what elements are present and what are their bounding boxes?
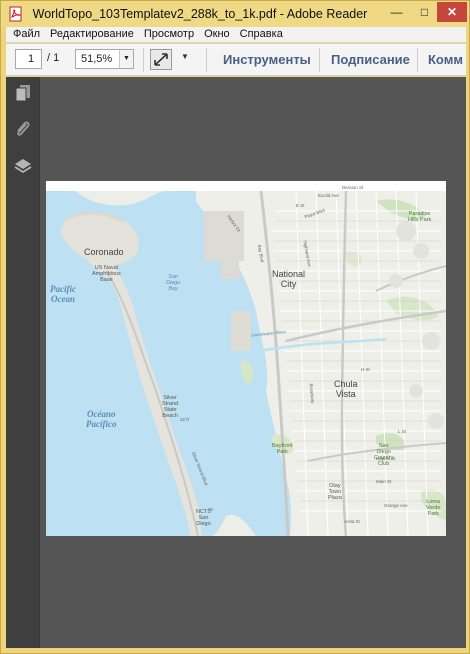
road-label: Main St: [376, 479, 392, 484]
menu-bar: Файл Редактирование Просмотр Окно Справка: [6, 27, 466, 43]
road-label: 75: [208, 507, 214, 512]
pages-icon[interactable]: [13, 83, 33, 103]
park-label: Bayfront Park: [272, 443, 293, 455]
ocean-label-es: Océano Pacífico: [86, 409, 117, 429]
pdf-page: Pacific Ocean Océano Pacífico Coronado N…: [46, 181, 446, 536]
toolbar-divider: [206, 48, 207, 72]
navigation-panel: [6, 77, 40, 648]
page-total: / 1: [47, 52, 60, 64]
road-label: E St: [296, 203, 305, 208]
minimize-button[interactable]: —: [383, 2, 410, 22]
city-label: Chula Vista: [334, 379, 358, 399]
comment-button[interactable]: Комм: [428, 52, 463, 67]
document-area[interactable]: Pacific Ocean Océano Pacífico Coronado N…: [6, 77, 466, 648]
menu-help[interactable]: Справка: [233, 27, 286, 40]
place-label: US Naval Amphibious Base: [92, 265, 121, 283]
zoom-select[interactable]: 51,5% ▼: [75, 49, 134, 69]
city-label: National City: [272, 269, 306, 289]
toolbar: 1 / 1 51,5% ▼ ▼ Инструменты Подписание К…: [6, 44, 466, 76]
paperclip-icon[interactable]: [13, 119, 33, 139]
layers-icon[interactable]: [13, 156, 33, 176]
toolbar-divider: [417, 48, 418, 72]
menu-window[interactable]: Окно: [197, 27, 233, 40]
title-bar[interactable]: WorldTopo_103Templatev2_288k_to_1k.pdf -…: [1, 1, 469, 27]
bay-label: San Diego Bay: [166, 274, 181, 292]
ocean-label: Pacific Ocean: [50, 284, 76, 304]
chevron-down-icon[interactable]: ▼: [119, 50, 133, 68]
menu-file[interactable]: Файл: [6, 27, 43, 40]
app-window: WorldTopo_103Templatev2_288k_to_1k.pdf -…: [0, 0, 470, 654]
topo-map: [46, 191, 446, 536]
maximize-button[interactable]: □: [411, 2, 438, 22]
park-label: Loma Verde Park: [426, 499, 441, 517]
tools-button[interactable]: Инструменты: [223, 52, 311, 67]
road-label: 22 ft: [180, 417, 189, 422]
zoom-value: 51,5%: [81, 53, 113, 65]
road-label: Division St: [342, 185, 364, 190]
expand-arrows-icon: [154, 53, 168, 66]
menu-view[interactable]: Просмотр: [137, 27, 197, 40]
park-label: San Diego Country Club: [374, 443, 394, 467]
road-label: L St: [398, 429, 406, 434]
fit-window-button[interactable]: [150, 49, 172, 70]
page-number-input[interactable]: 1: [15, 49, 42, 69]
park-label: Paradise Hills Park: [408, 211, 432, 223]
place-label: Otay Town Plaza: [328, 483, 342, 501]
road-label: Anita St: [344, 519, 360, 524]
road-label: H St: [361, 367, 370, 372]
toolbar-divider: [143, 48, 144, 72]
sign-button[interactable]: Подписание: [331, 52, 410, 67]
road-label: Orange Ave: [384, 503, 408, 508]
city-label: Coronado: [84, 247, 124, 257]
menu-edit[interactable]: Редактирование: [43, 27, 137, 40]
toolbar-divider: [319, 48, 320, 72]
road-label: Euclid Ave: [318, 193, 339, 198]
chevron-down-icon[interactable]: ▼: [181, 52, 189, 61]
road-label: Naples St: [376, 456, 396, 461]
close-button[interactable]: ✕: [437, 2, 467, 22]
place-label: Silver Strand State Beach: [162, 395, 179, 419]
